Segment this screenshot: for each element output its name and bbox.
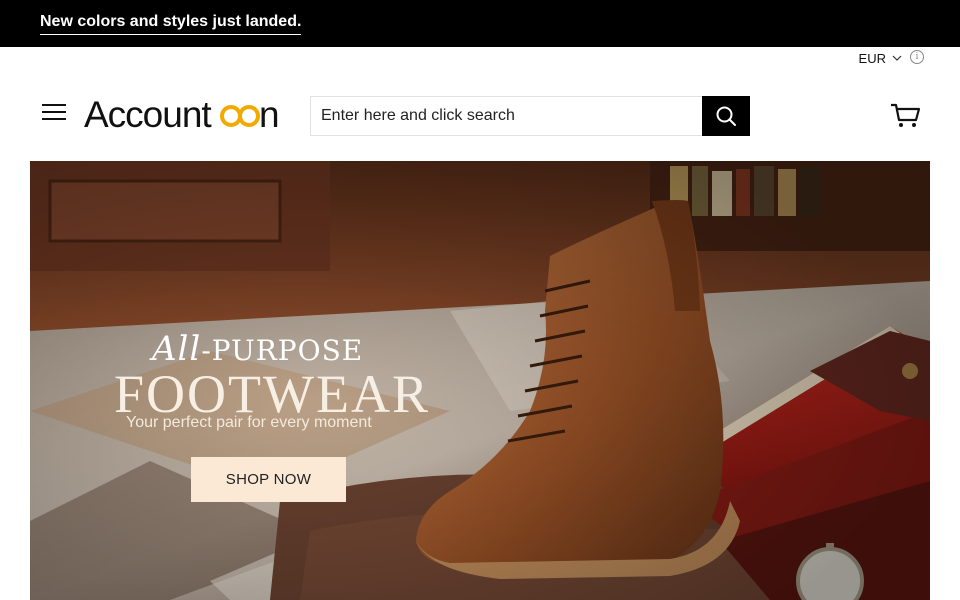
hero-banner[interactable]: All-PURPOSE FOOTWEAR Your perfect pair f… [30,161,930,600]
hamburger-icon [42,104,66,120]
search-button[interactable] [702,96,750,136]
search-input[interactable] [310,96,702,136]
chevron-down-icon [892,55,902,61]
logo-text-end: n [259,94,280,135]
menu-button[interactable] [40,100,68,124]
logo-wordmark: Account n [84,94,280,135]
announcement-link[interactable]: New colors and styles just landed. [40,13,302,35]
search-form [310,96,750,136]
shop-now-button[interactable]: SHOP NOW [191,457,346,502]
site-logo[interactable]: Account n [84,88,280,138]
info-icon[interactable]: i [910,50,924,64]
hero-text-block: All-PURPOSE FOOTWEAR Your perfect pair f… [30,161,930,600]
hero-subtitle: Your perfect pair for every moment [126,414,372,431]
cart-button[interactable] [888,100,922,130]
currency-code: EUR [858,50,886,66]
logo-text-start: Account [84,94,212,135]
currency-selector[interactable]: EUR [859,49,902,67]
cart-icon [891,103,921,127]
announcement-bar: New colors and styles just landed. [0,0,960,47]
logo-infinity-mark [220,105,260,127]
search-icon [716,106,736,126]
